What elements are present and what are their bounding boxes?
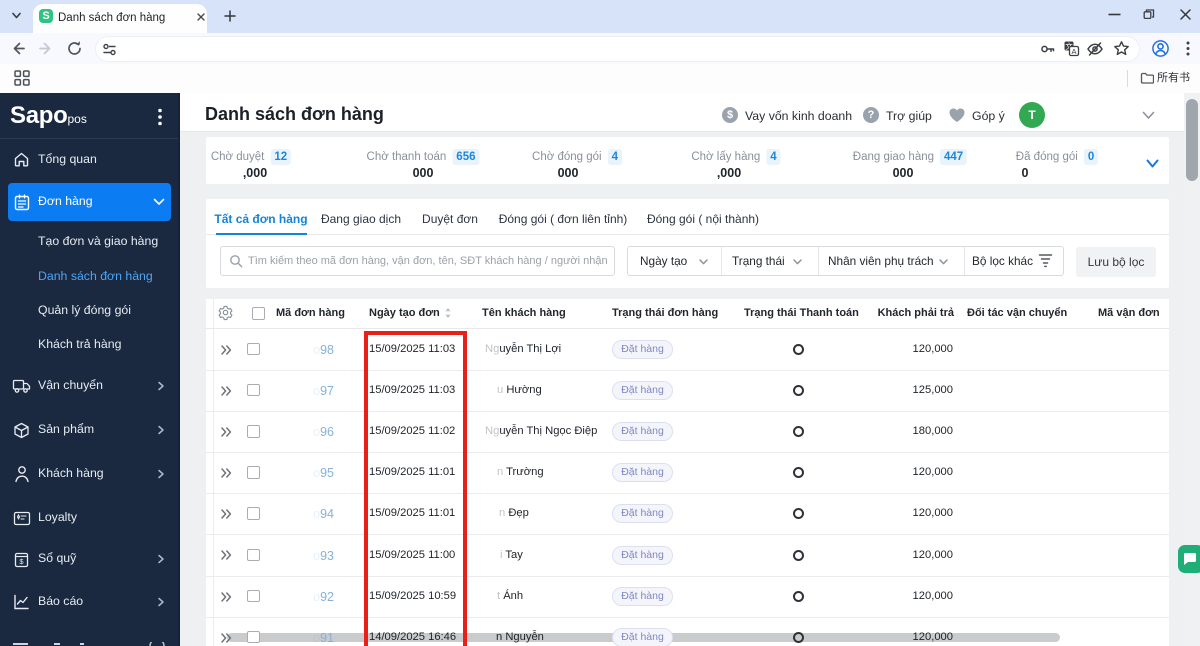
- svg-text:A: A: [1071, 47, 1076, 56]
- svg-text:$: $: [19, 557, 24, 566]
